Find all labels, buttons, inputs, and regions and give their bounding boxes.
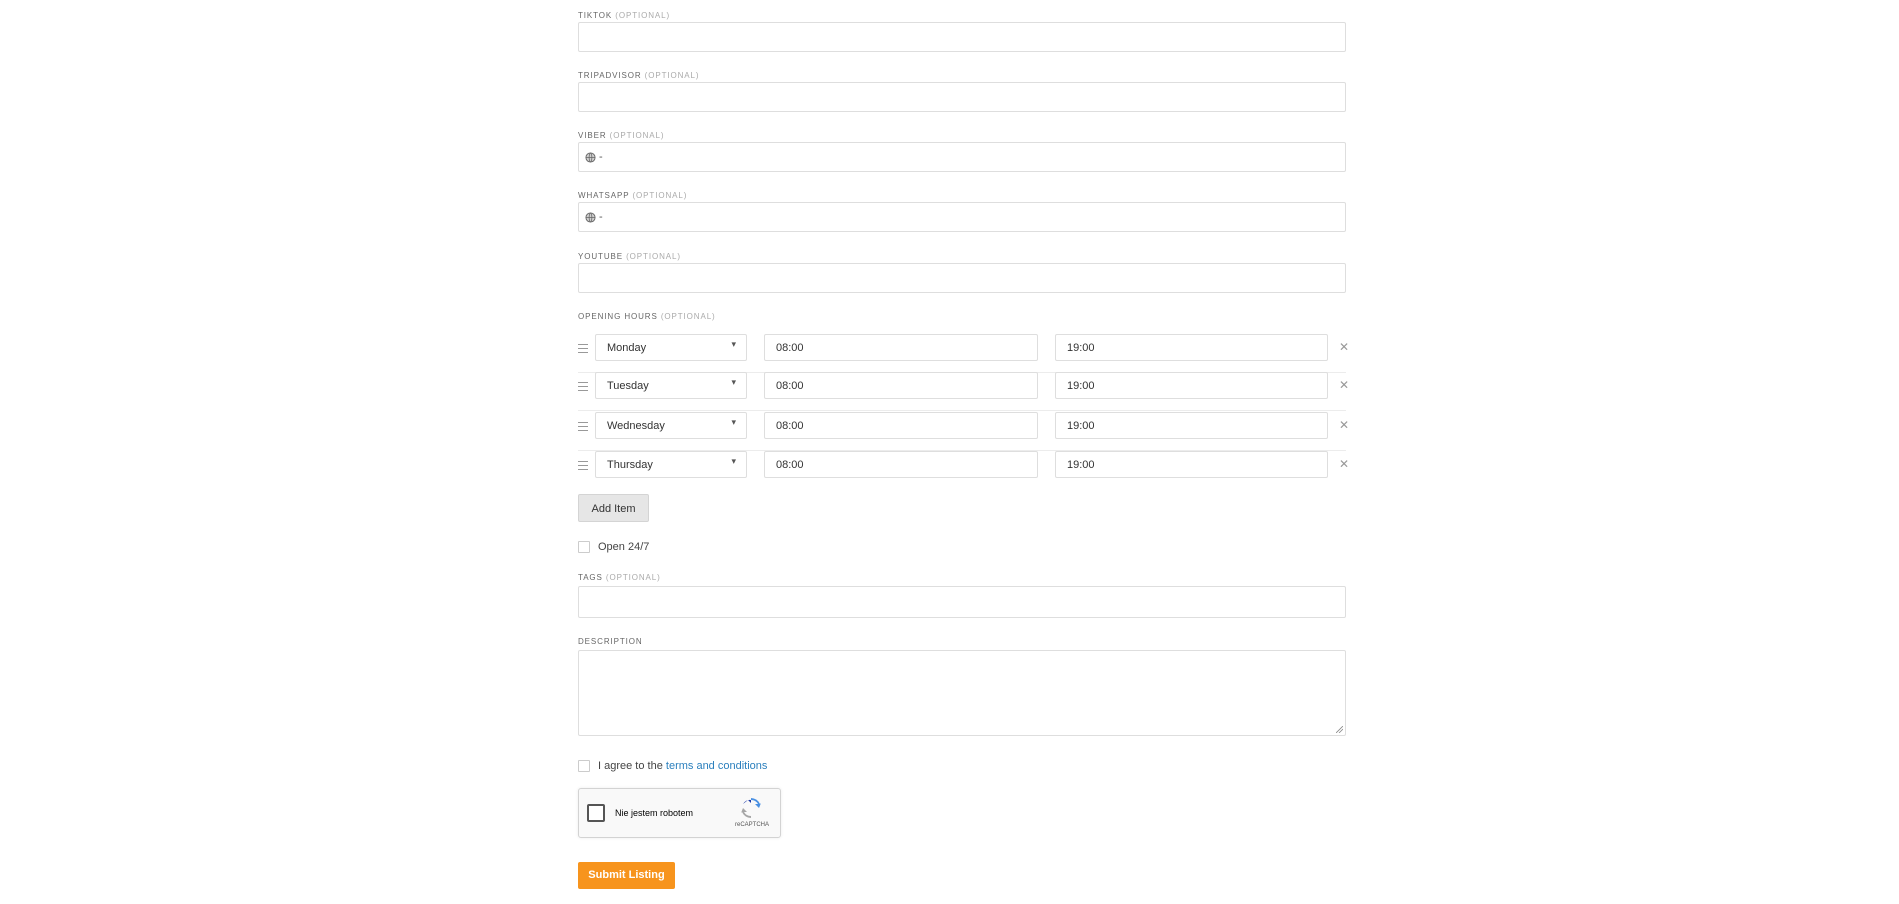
recaptcha-widget: Nie jestem robotem reCAPTCHA bbox=[578, 788, 781, 838]
youtube-label: YOUTUBE (OPTIONAL) bbox=[578, 252, 681, 261]
terms-checkbox[interactable] bbox=[578, 760, 590, 772]
whatsapp-field: WHATSAPP (OPTIONAL) - bbox=[578, 190, 1346, 232]
youtube-input[interactable] bbox=[578, 263, 1346, 293]
description-field: DESCRIPTION bbox=[578, 636, 1346, 648]
submit-listing-button[interactable]: Submit Listing bbox=[578, 862, 675, 889]
open-time-input[interactable]: 08:00 bbox=[764, 334, 1038, 361]
open-time-input[interactable]: 08:00 bbox=[764, 451, 1038, 478]
youtube-field: YOUTUBE (OPTIONAL) bbox=[578, 251, 1346, 293]
close-time-input[interactable]: 19:00 bbox=[1055, 412, 1328, 439]
drag-handle-icon[interactable] bbox=[578, 461, 588, 471]
tripadvisor-label: TRIPADVISOR (OPTIONAL) bbox=[578, 71, 700, 80]
tags-field: TAGS (OPTIONAL) bbox=[578, 572, 1346, 618]
caret-down-icon: ▾ bbox=[731, 339, 736, 349]
day-select[interactable]: Tuesday ▾ bbox=[595, 372, 747, 399]
recaptcha-logo-icon bbox=[741, 798, 761, 818]
drag-handle-icon[interactable] bbox=[578, 344, 588, 354]
open-24-7-option: Open 24/7 bbox=[578, 541, 649, 553]
opening-hours-field: OPENING HOURS (OPTIONAL) bbox=[578, 311, 1346, 323]
globe-icon[interactable] bbox=[585, 151, 596, 163]
open-time-input[interactable]: 08:00 bbox=[764, 412, 1038, 439]
day-select[interactable]: Monday ▾ bbox=[595, 334, 747, 361]
country-code-prefix: - bbox=[599, 150, 603, 163]
whatsapp-label: WHATSAPP (OPTIONAL) bbox=[578, 191, 688, 200]
tags-input[interactable] bbox=[578, 586, 1346, 618]
tiktok-label: TIKTOK (OPTIONAL) bbox=[578, 11, 671, 20]
country-code-prefix: - bbox=[599, 210, 603, 223]
terms-text: I agree to the bbox=[598, 760, 663, 772]
opening-hours-label: OPENING HOURS (OPTIONAL) bbox=[578, 312, 716, 321]
hours-row: Thursday ▾ 08:00 19:00 ✕ bbox=[578, 451, 1349, 489]
add-item-button[interactable]: Add Item bbox=[578, 494, 649, 522]
drag-handle-icon[interactable] bbox=[578, 382, 588, 392]
close-time-input[interactable]: 19:00 bbox=[1055, 451, 1328, 478]
description-textarea[interactable] bbox=[578, 650, 1346, 736]
tripadvisor-input[interactable] bbox=[578, 82, 1346, 112]
tripadvisor-field: TRIPADVISOR (OPTIONAL) bbox=[578, 70, 1346, 112]
caret-down-icon: ▾ bbox=[731, 377, 736, 387]
tiktok-field: TIKTOK (OPTIONAL) bbox=[578, 10, 1346, 52]
viber-label: VIBER (OPTIONAL) bbox=[578, 131, 665, 140]
day-select[interactable]: Thursday ▾ bbox=[595, 451, 747, 478]
hours-row: Monday ▾ 08:00 19:00 ✕ bbox=[578, 334, 1349, 373]
close-icon[interactable]: ✕ bbox=[1339, 379, 1349, 391]
whatsapp-input[interactable]: - bbox=[578, 202, 1346, 232]
tiktok-input[interactable] bbox=[578, 22, 1346, 52]
day-select[interactable]: Wednesday ▾ bbox=[595, 412, 747, 439]
viber-field: VIBER (OPTIONAL) - bbox=[578, 130, 1346, 172]
tags-label: TAGS (OPTIONAL) bbox=[578, 573, 661, 582]
viber-input[interactable]: - bbox=[578, 142, 1346, 172]
description-label: DESCRIPTION bbox=[578, 637, 643, 646]
caret-down-icon: ▾ bbox=[731, 417, 736, 427]
caret-down-icon: ▾ bbox=[731, 456, 736, 466]
terms-link[interactable]: terms and conditions bbox=[666, 760, 768, 772]
close-icon[interactable]: ✕ bbox=[1339, 419, 1349, 431]
recaptcha-checkbox[interactable] bbox=[587, 804, 605, 822]
globe-icon[interactable] bbox=[585, 211, 596, 223]
hours-row: Wednesday ▾ 08:00 19:00 ✕ bbox=[578, 412, 1349, 451]
close-time-input[interactable]: 19:00 bbox=[1055, 372, 1328, 399]
close-time-input[interactable]: 19:00 bbox=[1055, 334, 1328, 361]
terms-option: I agree to the terms and conditions bbox=[578, 760, 767, 772]
hours-row: Tuesday ▾ 08:00 19:00 ✕ bbox=[578, 372, 1349, 411]
open-time-input[interactable]: 08:00 bbox=[764, 372, 1038, 399]
open-24-7-checkbox[interactable] bbox=[578, 541, 590, 553]
close-icon[interactable]: ✕ bbox=[1339, 458, 1349, 470]
open-24-7-label: Open 24/7 bbox=[598, 541, 650, 553]
close-icon[interactable]: ✕ bbox=[1339, 341, 1349, 353]
resize-handle-icon[interactable] bbox=[1336, 726, 1343, 733]
drag-handle-icon[interactable] bbox=[578, 422, 588, 432]
recaptcha-brand: reCAPTCHA bbox=[735, 822, 770, 828]
recaptcha-label: Nie jestem robotem bbox=[615, 808, 694, 818]
